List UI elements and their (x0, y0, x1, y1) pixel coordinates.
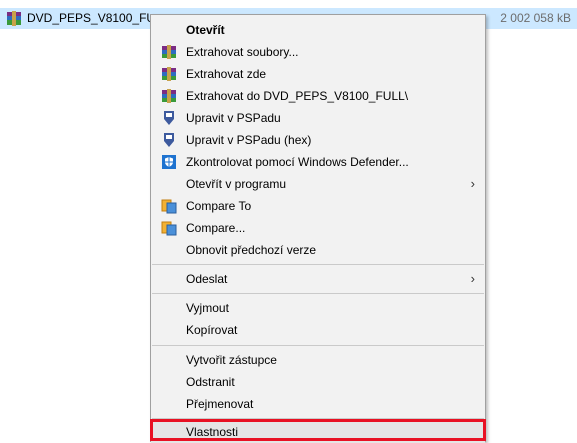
menu-item-properties[interactable]: Vlastnosti (151, 421, 485, 443)
menu-item-label: Odeslat (186, 272, 228, 286)
context-menu: Otevřít Extrahovat soubory... Extrahovat… (150, 14, 486, 443)
menu-item-scan-defender[interactable]: Zkontrolovat pomocí Windows Defender... (151, 151, 485, 173)
winrar-archive-icon (6, 11, 22, 26)
menu-item-cut[interactable]: Vyjmout (151, 297, 485, 319)
menu-item-open[interactable]: Otevřít (151, 19, 485, 41)
winrar-icon (161, 88, 177, 104)
menu-item-label: Kopírovat (186, 323, 238, 337)
menu-item-label: Odstranit (186, 375, 235, 389)
winrar-icon (161, 44, 177, 60)
compare-icon (161, 220, 177, 236)
menu-item-rename[interactable]: Přejmenovat (151, 393, 485, 415)
pspad-icon (161, 132, 177, 148)
menu-item-label: Vytvořit zástupce (186, 353, 277, 367)
menu-item-label: Extrahovat zde (186, 67, 267, 81)
menu-item-label: Compare To (186, 199, 252, 213)
menu-item-label: Upravit v PSPadu (hex) (186, 133, 312, 147)
menu-item-label: Obnovit předchozí verze (186, 243, 317, 257)
menu-item-compare[interactable]: Compare... (151, 217, 485, 239)
menu-item-label: Otevřít (186, 23, 225, 37)
menu-item-label: Zkontrolovat pomocí Windows Defender... (186, 155, 409, 169)
file-size: 2 002 058 kB (500, 11, 571, 25)
menu-item-compare-to[interactable]: Compare To (151, 195, 485, 217)
menu-separator (152, 345, 484, 346)
file-name: DVD_PEPS_V8100_FULL (27, 11, 153, 25)
menu-item-send-to[interactable]: Odeslat › (151, 268, 485, 290)
windows-defender-icon (161, 154, 177, 170)
menu-item-edit-pspad-hex[interactable]: Upravit v PSPadu (hex) (151, 129, 485, 151)
winrar-icon (161, 66, 177, 82)
menu-item-label: Extrahovat soubory... (186, 45, 299, 59)
menu-item-extract-to-folder[interactable]: Extrahovat do DVD_PEPS_V8100_FULL\ (151, 85, 485, 107)
menu-separator (152, 418, 484, 419)
menu-item-delete[interactable]: Odstranit (151, 371, 485, 393)
menu-item-label: Otevřít v programu (186, 177, 287, 191)
menu-item-label: Compare... (186, 221, 246, 235)
menu-item-extract-files[interactable]: Extrahovat soubory... (151, 41, 485, 63)
menu-item-edit-pspad[interactable]: Upravit v PSPadu (151, 107, 485, 129)
menu-item-create-shortcut[interactable]: Vytvořit zástupce (151, 349, 485, 371)
menu-item-restore-versions[interactable]: Obnovit předchozí verze (151, 239, 485, 261)
menu-separator (152, 293, 484, 294)
pspad-icon (161, 110, 177, 126)
menu-separator (152, 264, 484, 265)
chevron-right-icon: › (470, 176, 475, 191)
menu-item-label: Vyjmout (186, 301, 229, 315)
menu-item-copy[interactable]: Kopírovat (151, 319, 485, 341)
compare-icon (161, 198, 177, 214)
chevron-right-icon: › (470, 271, 475, 286)
menu-item-open-with[interactable]: Otevřít v programu › (151, 173, 485, 195)
menu-item-extract-here[interactable]: Extrahovat zde (151, 63, 485, 85)
menu-item-label: Upravit v PSPadu (186, 111, 281, 125)
menu-item-label: Extrahovat do DVD_PEPS_V8100_FULL\ (186, 89, 409, 103)
menu-item-label: Přejmenovat (186, 397, 254, 411)
menu-item-label: Vlastnosti (186, 425, 239, 439)
